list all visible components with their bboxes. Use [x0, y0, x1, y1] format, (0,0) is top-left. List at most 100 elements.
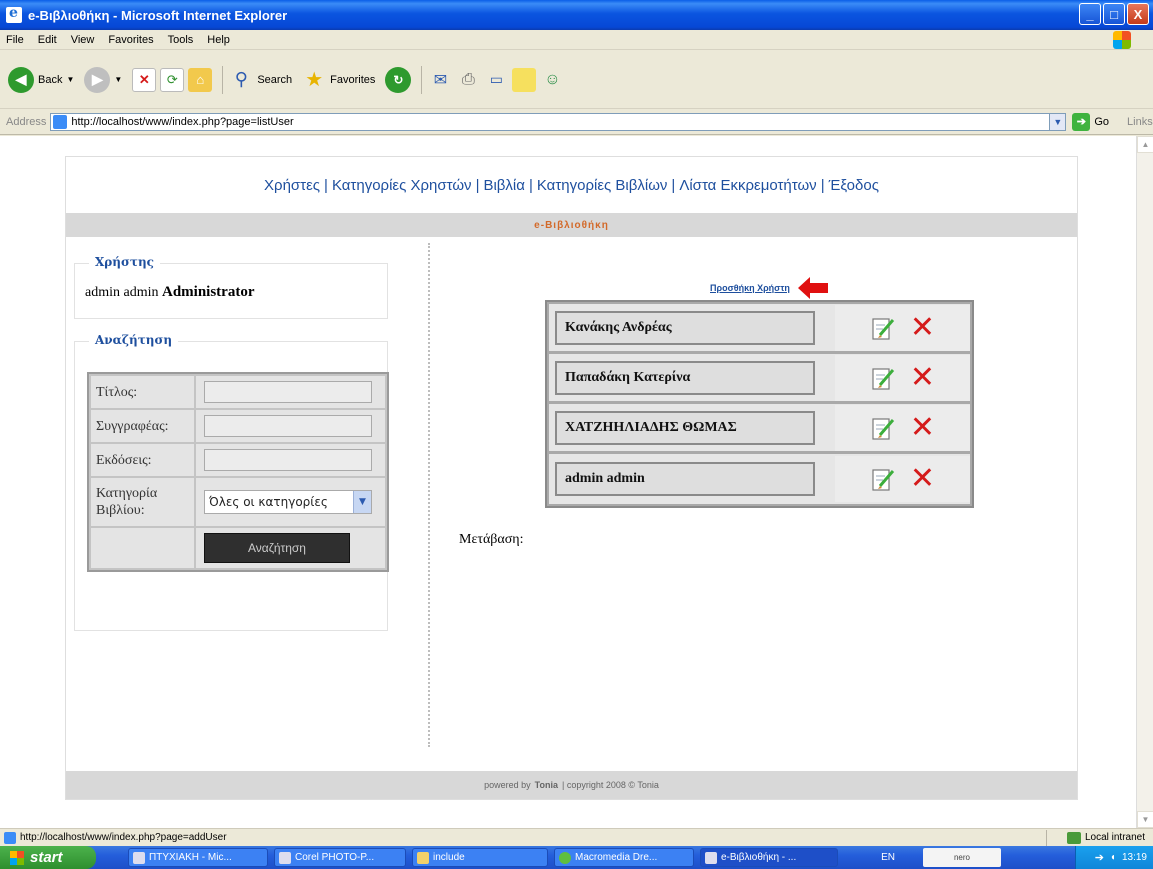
address-dropdown-icon[interactable]: ▼: [1050, 112, 1067, 131]
nav-separator: |: [475, 176, 480, 194]
address-input[interactable]: http://localhost/www/index.php?page=list…: [50, 112, 1051, 131]
author-input[interactable]: [204, 415, 372, 437]
search-form: Τίτλος: Συγγραφέας: Εκδόσεις: Κατηγορία …: [87, 372, 389, 572]
menu-edit[interactable]: Edit: [38, 34, 57, 46]
windows-flag-icon: [10, 850, 24, 865]
column-divider: [428, 243, 430, 747]
status-url: http://localhost/www/index.php?page=addU…: [20, 832, 227, 843]
row-actions: ✕: [835, 404, 970, 451]
links-button[interactable]: Links: [1127, 116, 1153, 128]
title-input[interactable]: [204, 381, 372, 403]
forward-button[interactable]: ▶ ▼: [84, 66, 122, 93]
zone-label: Local intranet: [1084, 832, 1145, 843]
tray-arrow-icon[interactable]: ➔: [1095, 851, 1104, 864]
scroll-down-icon[interactable]: ▼: [1137, 811, 1153, 828]
browser-viewport: Χρήστες | Κατηγορίες Χρηστών | Βιβλία | …: [0, 136, 1136, 828]
publisher-input[interactable]: [204, 449, 372, 471]
task-include[interactable]: include: [412, 848, 548, 867]
task-ie-label: e-Βιβλιοθήκη - ...: [721, 852, 797, 863]
go-button[interactable]: ➔ Go: [1072, 112, 1109, 131]
menu-view[interactable]: View: [71, 34, 95, 46]
history-icon[interactable]: ↻: [385, 66, 412, 93]
nav-user-categories[interactable]: Κατηγορίες Χρηστών: [332, 177, 472, 194]
discuss-icon[interactable]: [512, 67, 537, 92]
add-user-link[interactable]: Προσθήκη Χρήστη: [710, 283, 790, 293]
language-indicator[interactable]: EN: [881, 846, 895, 869]
nero-tray-icon[interactable]: nero: [923, 848, 1001, 867]
footer-powered: powered by: [484, 780, 531, 790]
row-actions: ✕: [835, 304, 970, 351]
stop-icon[interactable]: ✕: [132, 67, 157, 92]
user-role: Administrator: [162, 284, 255, 300]
edit-page-icon[interactable]: ▭: [484, 68, 508, 92]
nav-users[interactable]: Χρήστες: [264, 177, 320, 194]
search-button[interactable]: ⚲ Search: [229, 68, 292, 92]
edit-icon[interactable]: [870, 365, 896, 391]
nav-book-categories[interactable]: Κατηγορίες Βιβλίων: [537, 177, 668, 194]
toolbar-separator: [222, 65, 224, 94]
back-button[interactable]: ◀ Back ▼: [8, 66, 74, 93]
search-row-submit: Αναζήτηση: [91, 528, 385, 568]
volume-icon[interactable]: ◖: [1110, 852, 1116, 863]
status-bar: http://localhost/www/index.php?page=addU…: [0, 828, 1153, 846]
edit-icon[interactable]: [870, 466, 896, 492]
start-button[interactable]: start: [0, 846, 96, 869]
refresh-icon[interactable]: ⟳: [160, 67, 185, 92]
menu-help[interactable]: Help: [207, 34, 230, 46]
dreamweaver-icon: [559, 851, 571, 864]
user-info: admin admin Administrator: [85, 284, 255, 301]
search-icon: ⚲: [234, 69, 248, 89]
delete-icon[interactable]: ✕: [910, 464, 936, 494]
favorites-button[interactable]: ★ Favorites: [302, 68, 375, 92]
search-submit-button[interactable]: Αναζήτηση: [204, 533, 350, 563]
task-corel[interactable]: Corel PHOTO-P...: [274, 848, 406, 867]
mail-icon[interactable]: ✉: [428, 68, 452, 92]
delete-icon[interactable]: ✕: [910, 412, 936, 442]
add-user-area: Προσθήκη Χρήστη: [710, 277, 828, 299]
back-arrow-icon: ◀: [8, 66, 34, 93]
table-row: ΧΑΤΖΗΗΛΙΑΔΗΣ ΘΩΜΑΣ ✕: [549, 404, 970, 454]
user-fieldset: Χρήστης admin admin Administrator: [74, 255, 388, 319]
title-label: Τίτλος:: [91, 376, 196, 408]
nav-pending-list[interactable]: Λίστα Εκκρεμοτήτων: [679, 177, 816, 194]
task-word[interactable]: ΠΤΥΧΙΑΚΗ - Mic...: [128, 848, 268, 867]
delete-icon[interactable]: ✕: [910, 362, 936, 392]
edit-icon[interactable]: [870, 315, 896, 341]
address-url: http://localhost/www/index.php?page=list…: [71, 115, 294, 128]
menu-tools[interactable]: Tools: [168, 34, 194, 46]
print-icon[interactable]: ⎙: [456, 68, 480, 92]
maximize-button[interactable]: □: [1103, 3, 1125, 25]
go-arrow-icon: ➔: [1072, 112, 1091, 131]
system-tray: ➔ ◖ 13:19: [1075, 846, 1153, 869]
address-label: Address: [6, 115, 47, 128]
task-dreamweaver[interactable]: Macromedia Dre...: [554, 848, 694, 867]
search-label: Search: [257, 73, 293, 86]
close-button[interactable]: X: [1127, 3, 1149, 25]
table-row: Παπαδάκη Κατερίνα ✕: [549, 354, 970, 404]
brand-bar: e-Βιβλιοθήκη: [66, 213, 1077, 237]
row-actions: ✕: [835, 354, 970, 401]
nav-books[interactable]: Βιβλία: [483, 177, 524, 194]
vertical-scrollbar[interactable]: ▲ ▼: [1136, 136, 1153, 828]
nav-logout[interactable]: Έξοδος: [829, 177, 879, 194]
security-zone: Local intranet: [1045, 829, 1145, 846]
menu-favorites[interactable]: Favorites: [108, 34, 153, 46]
submit-spacer: [91, 528, 196, 568]
nav-separator: |: [528, 176, 533, 194]
start-label: start: [30, 849, 63, 866]
scroll-up-icon[interactable]: ▲: [1137, 136, 1153, 153]
page-status-icon: [4, 831, 16, 844]
home-icon[interactable]: ⌂: [188, 67, 213, 92]
user-name-cell: Παπαδάκη Κατερίνα: [555, 360, 815, 395]
delete-icon[interactable]: ✕: [910, 312, 936, 342]
table-row: Κανάκης Ανδρέας ✕: [549, 304, 970, 354]
search-row-category: Κατηγορία Βιβλίου: Όλες οι κατηγορίες ▼: [91, 478, 385, 528]
taskbar: start ΠΤΥΧΙΑΚΗ - Mic... Corel PHOTO-P...…: [0, 846, 1153, 869]
task-ie[interactable]: e-Βιβλιοθήκη - ...: [700, 848, 838, 867]
minimize-button[interactable]: _: [1079, 3, 1101, 25]
category-select[interactable]: Όλες οι κατηγορίες ▼: [204, 490, 372, 514]
messenger-icon[interactable]: ☺: [540, 68, 564, 92]
menu-file[interactable]: File: [6, 34, 24, 46]
task-dreamweaver-label: Macromedia Dre...: [575, 852, 658, 863]
edit-icon[interactable]: [870, 415, 896, 441]
